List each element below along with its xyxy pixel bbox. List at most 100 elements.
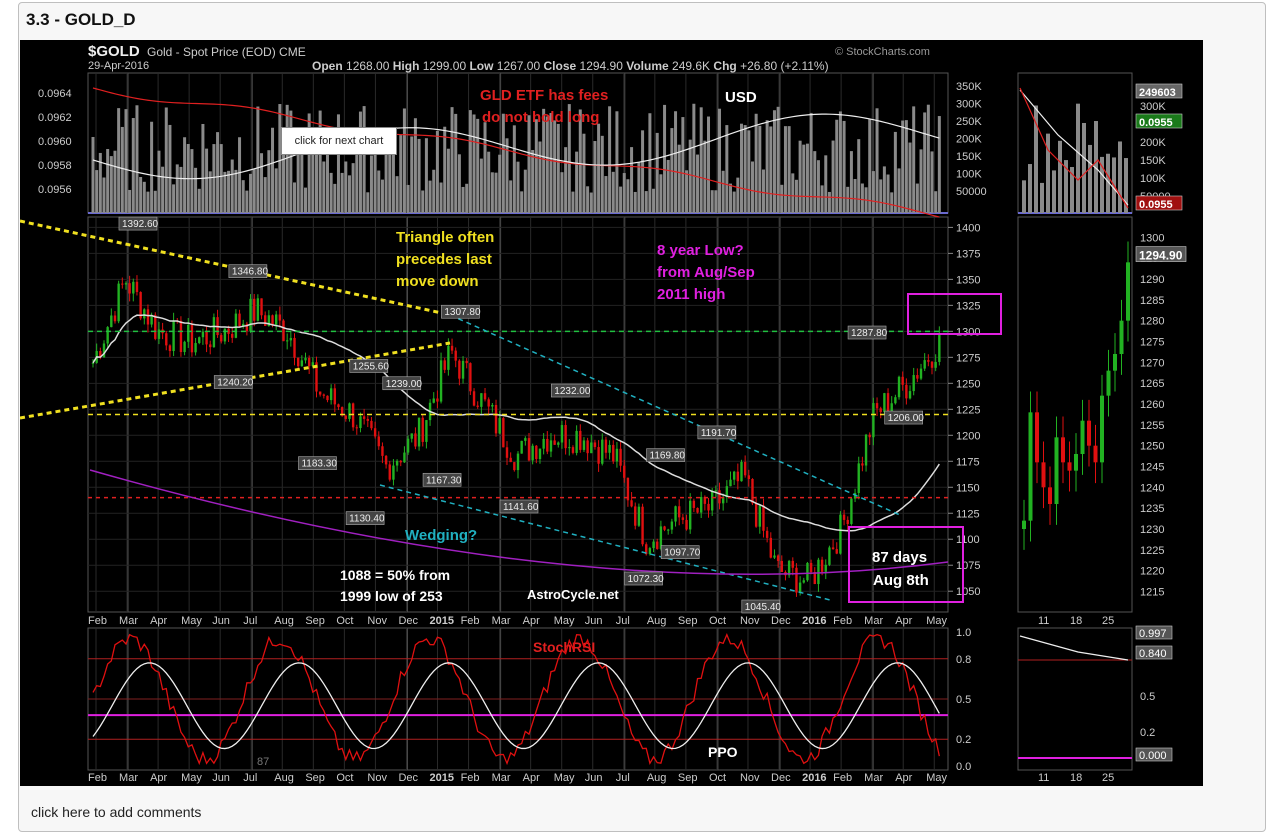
side-volume-bar [1082, 122, 1086, 213]
price-candle [732, 471, 736, 480]
price-candle [410, 433, 413, 439]
price-candle [637, 506, 641, 526]
price-label: 1072.30 [624, 571, 664, 586]
price-candle [465, 360, 468, 364]
price-candle [121, 283, 124, 285]
price-candle [498, 418, 501, 434]
price-tick-label: 1325 [956, 300, 980, 312]
volume-bar [512, 125, 516, 213]
x-tick-label: Sep [305, 615, 325, 627]
side-price-tick: 1235 [1140, 503, 1164, 515]
volume-bar [652, 188, 656, 213]
price-candle [450, 345, 454, 351]
volume-bar [175, 164, 179, 213]
price-candle [630, 500, 633, 507]
next-chart-button[interactable]: click for next chart [281, 127, 397, 155]
volume-bar [406, 184, 410, 213]
price-label-text: 1239.00 [386, 379, 423, 390]
quote-line: Open 1268.00 High 1299.00 Low 1267.00 Cl… [312, 59, 829, 73]
indicator-tick-label: 0.8 [956, 654, 971, 666]
side-price-tick: 1230 [1140, 524, 1164, 536]
volume-bar [923, 112, 927, 213]
side-indicator-badge: 0.000 [1135, 747, 1173, 762]
price-candle [908, 391, 912, 399]
price-candle [560, 425, 564, 443]
volume-bar [197, 188, 201, 213]
volume-bar [875, 108, 879, 213]
volume-bar [772, 110, 776, 213]
x-tick-label: Mar [492, 615, 511, 627]
price-candle [538, 448, 542, 460]
price-tick-label: 1300 [956, 326, 980, 338]
volume-bar [304, 187, 307, 213]
x-tick-label: May [554, 615, 575, 627]
volume-bar [527, 115, 531, 213]
volume-bar [366, 192, 370, 213]
price-candle [263, 315, 267, 326]
volume-bar [153, 190, 157, 213]
price-candle [729, 479, 732, 487]
price-label: 1097.70 [660, 545, 701, 559]
price-label: 1141.60 [499, 499, 539, 514]
price-candle [710, 490, 714, 511]
side-badge: 0.0955 [1135, 113, 1183, 129]
price-label-text: 1045.40 [745, 602, 782, 613]
price-label: 1346.80 [228, 264, 268, 278]
volume-bar [516, 161, 520, 213]
price-candle [253, 298, 256, 321]
volume-bar [249, 173, 253, 213]
price-candle [718, 490, 721, 504]
indicator-tick-label: 1.0 [956, 627, 971, 639]
volume-bar [754, 113, 758, 213]
volume-bar [498, 154, 502, 213]
volume-bar [747, 130, 751, 213]
price-candle [868, 434, 871, 438]
price-candle [234, 313, 238, 338]
price-candle [406, 438, 410, 453]
volume-bar [377, 170, 381, 213]
stock-chart[interactable]: $GOLD Gold - Spot Price (EOD) CME 29-Apr-2… [20, 40, 1203, 786]
side-indicator-text: 0.000 [1139, 750, 1167, 762]
volume-bar [882, 166, 886, 213]
side-indicator-badge: 0.840 [1135, 645, 1173, 660]
side-volume-tick: 200K [1140, 137, 1166, 149]
volume-bar [908, 142, 912, 213]
volume-bar [446, 148, 450, 213]
volume-bar [219, 144, 223, 213]
x-tick-label: Sep [678, 772, 698, 784]
price-candle [139, 292, 142, 319]
x-tick-label: Mar [492, 772, 511, 784]
price-candle [780, 560, 783, 573]
side-volume-bar [1076, 103, 1080, 213]
side-volume-bar [1052, 170, 1056, 213]
price-candle [634, 506, 637, 526]
volume-bar [263, 177, 267, 213]
volume-bar [721, 170, 725, 213]
x-tick-label: Jul [616, 772, 630, 784]
volume-bar [161, 166, 165, 213]
volume-bar [194, 167, 198, 213]
x-tick-label: Dec [771, 772, 791, 784]
x-tick-label: May [926, 772, 947, 784]
x-tick-label: Oct [709, 615, 726, 627]
x-tick-label: Mar [864, 772, 883, 784]
x-tick-label: Feb [88, 772, 107, 784]
volume-bar [560, 172, 564, 213]
volume-bar [139, 177, 143, 213]
price-label: 1206.00 [884, 410, 924, 425]
volume-bar [468, 110, 472, 213]
x-tick-label: Mar [864, 615, 883, 627]
volume-right-tick: 100K [956, 169, 982, 181]
price-candle [135, 281, 139, 293]
price-candle [743, 461, 747, 476]
price-label-text: 1141.60 [503, 502, 539, 513]
volume-bar [761, 169, 765, 213]
indicator-tick-label: 0.5 [956, 694, 971, 706]
x-tick-label: Mar [119, 615, 138, 627]
price-candle [699, 496, 703, 513]
price-candle [318, 391, 322, 395]
price-candle [505, 447, 509, 458]
volume-bar [450, 107, 454, 213]
side-badge: 0.0955 [1135, 195, 1183, 211]
volume-bar [597, 123, 601, 213]
